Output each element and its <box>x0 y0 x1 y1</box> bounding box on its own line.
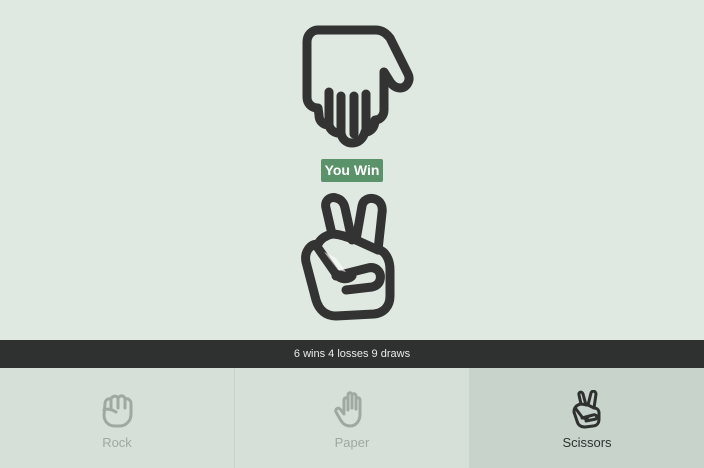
paper-hand-icon <box>334 391 362 428</box>
scissors-hand-icon <box>572 390 601 429</box>
rock-fist-icon <box>102 394 133 428</box>
score-summary-bar: 6 wins 4 losses 9 draws <box>0 340 704 368</box>
choice-label-paper: Paper <box>334 435 370 450</box>
opponent-paper-hand-icon <box>302 25 414 148</box>
game-arena: You Win <box>0 0 704 340</box>
choice-button-rock[interactable]: Rock <box>0 368 235 468</box>
choice-label-scissors: Scissors <box>562 435 612 450</box>
choice-bar: Rock Paper Scissors <box>0 368 704 468</box>
result-badge: You Win <box>321 159 383 182</box>
choice-button-scissors[interactable]: Scissors <box>470 368 704 468</box>
choice-button-paper[interactable]: Paper <box>235 368 470 468</box>
choice-label-rock: Rock <box>102 435 132 450</box>
player-scissors-hand-icon <box>301 193 395 321</box>
